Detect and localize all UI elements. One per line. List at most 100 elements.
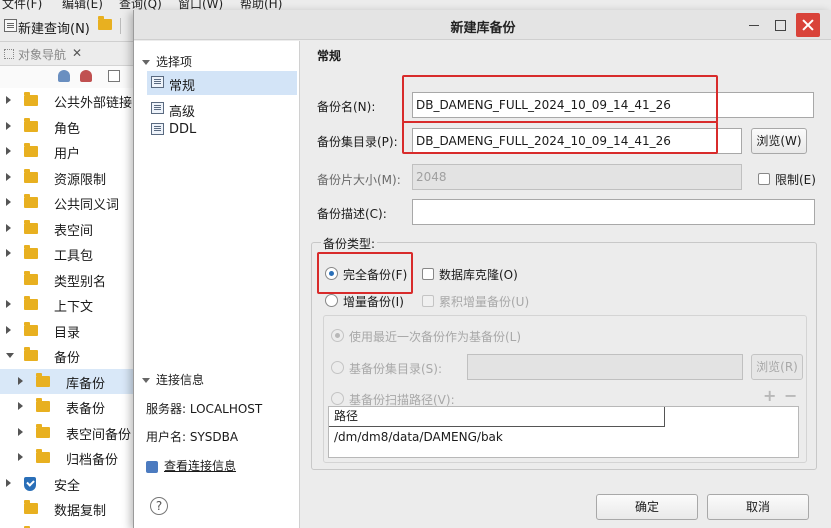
base-dir-input[interactable]: [467, 354, 743, 380]
tree-node[interactable]: 上下文: [0, 292, 140, 317]
cumulative-label: 累积增量备份(U): [439, 295, 530, 309]
maximize-icon[interactable]: [770, 15, 790, 35]
chevron-right-icon[interactable]: [18, 376, 23, 385]
minimize-icon[interactable]: [744, 15, 764, 35]
tree-node[interactable]: 工具包: [0, 241, 140, 266]
dialog-titlebar[interactable]: 新建库备份: [134, 10, 831, 40]
view-connection-link[interactable]: 查看连接信息: [146, 457, 236, 474]
tree-node[interactable]: 角色: [0, 114, 140, 139]
chevron-right-icon[interactable]: [18, 427, 23, 436]
backup-dir-label: 备份集目录(P):: [317, 135, 398, 149]
chevron-right-icon[interactable]: [6, 147, 11, 155]
tree-node[interactable]: 代理: [0, 522, 140, 528]
ok-button[interactable]: 确定: [596, 494, 698, 520]
nav-tab[interactable]: 对象导航 ✕: [0, 42, 140, 66]
menu-window[interactable]: 窗口(W): [178, 0, 223, 10]
close-icon[interactable]: [796, 13, 820, 37]
nav-toolbar: [0, 66, 140, 88]
chevron-right-icon[interactable]: [6, 249, 11, 257]
tree-node[interactable]: 目录: [0, 318, 140, 343]
tree-node-label: 表备份: [66, 402, 106, 417]
folder-icon: [36, 398, 50, 412]
tree-node[interactable]: 库备份: [0, 368, 140, 394]
tree-node-label: 工具包: [54, 249, 94, 264]
tree-node[interactable]: 表空间: [0, 216, 140, 241]
use-latest-radio[interactable]: [331, 329, 344, 342]
connection-header-label: 连接信息: [156, 373, 205, 387]
user-info: 用户名: SYSDBA: [146, 430, 239, 444]
cumulative-checkbox[interactable]: [422, 295, 434, 307]
base-dir-radio[interactable]: [331, 361, 344, 374]
chevron-right-icon[interactable]: [6, 223, 11, 232]
object-navigator: 对象导航 ✕ 公共外部链接 角色 用户 资源限制 公共同义词 表空间工具包类型别名上下文目…: [0, 42, 140, 528]
open-folder-icon[interactable]: [98, 16, 112, 30]
tree-node-label: 归档备份: [66, 453, 119, 468]
add-icon[interactable]: +: [763, 386, 776, 405]
connection-section-header[interactable]: 连接信息: [142, 371, 204, 388]
remove-icon[interactable]: −: [784, 386, 797, 405]
connect-icon[interactable]: [58, 70, 70, 82]
chevron-down-icon[interactable]: [6, 353, 14, 358]
menu-query[interactable]: 查询(Q): [119, 0, 162, 10]
highlight-box: [317, 252, 413, 294]
menu-help[interactable]: 帮助(H): [240, 0, 282, 10]
disconnect-icon[interactable]: [80, 70, 92, 82]
folder-icon: [24, 347, 38, 361]
tree-node[interactable]: 表空间备份: [0, 420, 140, 445]
chevron-right-icon[interactable]: [6, 198, 11, 206]
browse-button[interactable]: 浏览(W): [751, 128, 807, 154]
path-cell[interactable]: /dm/dm8/data/DAMENG/bak: [334, 430, 503, 444]
tree-node[interactable]: 公共外部链接: [0, 88, 140, 113]
scan-path-table: 路径 /dm/dm8/data/DAMENG/bak: [328, 406, 799, 458]
folder-icon: [24, 321, 38, 336]
tree-node[interactable]: 类型别名: [0, 267, 140, 292]
piece-size-input[interactable]: [412, 164, 742, 190]
cancel-button[interactable]: 取消: [707, 494, 809, 520]
chevron-right-icon[interactable]: [6, 121, 11, 130]
edit-icon[interactable]: [108, 70, 120, 82]
page-icon: [151, 76, 164, 88]
folder-icon: [24, 117, 38, 132]
folder-icon: [24, 143, 38, 157]
new-query-icon: [4, 19, 17, 32]
sidebar-item-ddl[interactable]: DDL: [147, 118, 297, 142]
chevron-right-icon[interactable]: [6, 300, 11, 308]
folder-icon: [24, 219, 38, 234]
chevron-right-icon[interactable]: [6, 96, 11, 104]
path-column-header[interactable]: 路径: [329, 407, 665, 427]
backup-type-legend: 备份类型:: [321, 235, 378, 252]
close-icon[interactable]: ✕: [72, 46, 82, 60]
tree-node-label: 类型别名: [54, 274, 107, 290]
tree-node[interactable]: 用户: [0, 139, 140, 164]
menu-edit[interactable]: 编辑(E): [62, 0, 103, 10]
tree-node[interactable]: 备份: [0, 343, 140, 368]
chevron-right-icon[interactable]: [6, 172, 11, 181]
highlight-box: [402, 121, 718, 154]
navigator-icon: [4, 49, 14, 59]
new-db-backup-dialog: 新建库备份 选择项 常规 高级 DDL 连接信息 服务器: LOCALHOST …: [133, 10, 831, 528]
chevron-right-icon[interactable]: [6, 325, 11, 334]
tree-node[interactable]: 安全: [0, 471, 140, 496]
help-icon[interactable]: ?: [150, 497, 168, 515]
tree-node[interactable]: 数据复制: [0, 496, 140, 521]
new-query-button[interactable]: 新建查询(N): [18, 18, 90, 37]
menu-file[interactable]: 文件(F): [2, 0, 42, 10]
piece-size-label: 备份片大小(M):: [317, 173, 401, 187]
tree-node[interactable]: 表备份: [0, 394, 140, 419]
chevron-right-icon[interactable]: [6, 478, 11, 487]
db-clone-checkbox[interactable]: [422, 268, 434, 280]
chevron-right-icon[interactable]: [18, 453, 23, 461]
scan-path-radio[interactable]: [331, 392, 344, 405]
description-input[interactable]: [412, 199, 815, 225]
tree-node[interactable]: 归档备份: [0, 445, 140, 470]
view-connection-label: 查看连接信息: [164, 459, 237, 473]
tree-node[interactable]: 资源限制: [0, 165, 140, 190]
incremental-radio[interactable]: [325, 294, 338, 307]
browse-r-button[interactable]: 浏览(R): [751, 354, 803, 380]
sidebar-item-general[interactable]: 常规: [147, 71, 297, 95]
chevron-right-icon[interactable]: [18, 402, 23, 410]
tree-node[interactable]: 公共同义词: [0, 190, 140, 215]
tree-node-label: 数据复制: [54, 504, 107, 519]
select-section-header[interactable]: 选择项: [142, 53, 192, 70]
limit-checkbox[interactable]: [758, 173, 770, 185]
